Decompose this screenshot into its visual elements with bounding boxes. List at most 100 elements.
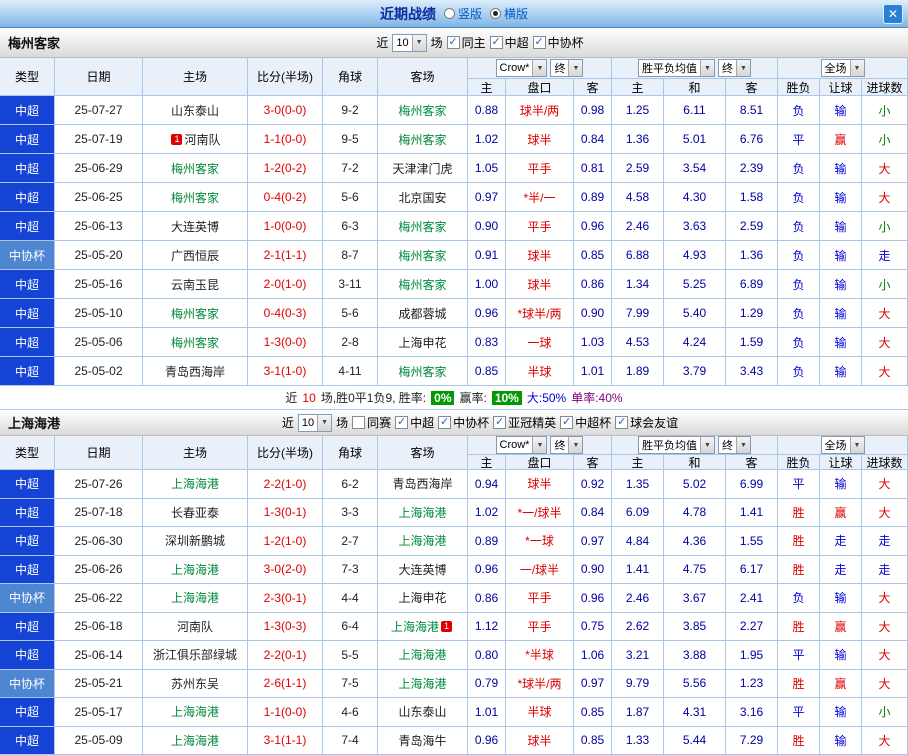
filter-checkbox-item[interactable]: ✓ 中超 — [489, 34, 529, 51]
cell-corner: 5-6 — [323, 299, 378, 328]
team-name: 梅州客家 — [170, 306, 219, 321]
table-row: 中超 25-06-14 浙江俱乐部绿城 2-2(0-1) 5-5 上海海港 0.80 *半球 1… — [0, 641, 908, 670]
cell-league: 中超 — [0, 555, 55, 584]
cell-avg-home: 2.46 — [612, 212, 664, 241]
checkbox-checked-icon[interactable]: ✓ — [438, 416, 452, 429]
team-name: 上海海港 — [398, 505, 447, 520]
cell-league: 中超 — [0, 470, 55, 499]
layout-radio-horizontal[interactable]: 横版 — [490, 5, 528, 22]
cell-home-team: 梅州客家 — [143, 299, 248, 328]
checkbox-checked-icon[interactable]: ✓ — [615, 416, 629, 429]
cell-handicap-result: 走 — [820, 555, 862, 584]
cell-date: 25-05-06 — [55, 328, 143, 357]
radio-unselected-icon[interactable] — [443, 8, 455, 19]
cell-result: 负 — [778, 328, 820, 357]
checkbox-checked-icon[interactable]: ✓ — [395, 416, 409, 429]
cell-odds-home: 0.88 — [468, 96, 506, 125]
scope-select[interactable]: 全场 ▼ — [820, 59, 865, 77]
filter-checkbox-item[interactable]: ✓ 中超 — [395, 414, 434, 431]
filter-checkbox-item[interactable]: ✓ 球会友谊 — [615, 414, 678, 431]
cell-corner: 5-6 — [323, 183, 378, 212]
cell-league: 中超 — [0, 183, 55, 212]
chevron-down-icon: ▼ — [700, 60, 714, 76]
cell-avg-away: 6.99 — [726, 470, 778, 499]
odds-final-select[interactable]: 终 ▼ — [550, 436, 584, 454]
filter-checkbox-item[interactable]: 同赛 — [352, 414, 391, 431]
cell-avg-draw: 4.78 — [664, 498, 726, 527]
chevron-down-icon: ▼ — [736, 60, 750, 76]
cell-handicap-result: 走 — [820, 527, 862, 556]
cell-avg-away: 1.23 — [726, 669, 778, 698]
close-button[interactable]: ✕ — [883, 4, 903, 24]
cell-odds-away: 0.85 — [574, 241, 612, 270]
filter-checkbox-item[interactable]: ✓ 中协杯 — [532, 34, 584, 51]
cell-handicap: 一/球半 — [506, 555, 574, 584]
col-corner: 角球 — [323, 58, 378, 96]
cell-odds-away: 1.06 — [574, 641, 612, 670]
filter-checkbox-item[interactable]: ✓ 同主 — [446, 34, 486, 51]
checkbox-checked-icon[interactable]: ✓ — [560, 416, 574, 429]
col-goals: 进球数 — [862, 79, 908, 96]
cell-league: 中超 — [0, 154, 55, 183]
filter-checkbox-item[interactable]: ✓ 中协杯 — [438, 414, 489, 431]
odds-final-select[interactable]: 终 ▼ — [550, 59, 584, 77]
cell-score: 1-0(0-0) — [248, 212, 323, 241]
cell-odds-away: 1.03 — [574, 328, 612, 357]
checkbox-checked-icon[interactable]: ✓ — [489, 36, 503, 49]
avg-final-select[interactable]: 终 ▼ — [718, 59, 751, 77]
filter-checkbox-item[interactable]: ✓ 亚冠精英 — [493, 414, 556, 431]
radio-horizontal-label: 横版 — [504, 7, 529, 21]
cell-corner: 6-3 — [323, 212, 378, 241]
team-name: 成都蓉城 — [398, 306, 447, 321]
cell-corner: 7-2 — [323, 154, 378, 183]
scope-select[interactable]: 全场 ▼ — [820, 436, 865, 454]
col-corner: 角球 — [323, 436, 378, 470]
cell-result: 平 — [778, 641, 820, 670]
cell-league: 中超 — [0, 641, 55, 670]
summary-row: 近 10 场,胜0平1负9, 胜率: 0% 赢率: 10% 大:50% 单率:40% — [0, 386, 908, 410]
filter-checkbox-item[interactable]: ✓ 中超杯 — [560, 414, 611, 431]
chevron-down-icon: ▼ — [532, 60, 547, 76]
red-card-icon: 1 — [171, 133, 183, 145]
cell-away-team: 梅州客家 — [378, 125, 468, 154]
cell-away-team: 上海海港 1 — [378, 612, 468, 641]
cell-avg-home: 4.53 — [612, 328, 664, 357]
checkbox-checked-icon[interactable]: ✓ — [446, 36, 460, 49]
cell-date: 25-06-22 — [55, 584, 143, 613]
table-row: 中超 25-05-17 上海海港 1-1(0-0) 4-6 山东泰山 1.01 半球 0.85 1… — [0, 698, 908, 727]
avg-source-select[interactable]: 胜平负均值 ▼ — [638, 59, 715, 77]
cell-result: 负 — [778, 212, 820, 241]
cell-avg-draw: 5.02 — [664, 470, 726, 499]
col-avg-away: 客 — [726, 455, 778, 470]
cell-home-team: 深圳新鹏城 — [143, 527, 248, 556]
team-name: 上海海港 — [398, 534, 447, 549]
cell-score: 1-3(0-0) — [248, 328, 323, 357]
cell-away-team: 上海申花 — [378, 328, 468, 357]
match-count-select[interactable]: 10 ▼ — [297, 413, 333, 432]
cell-home-team: 上海海港 — [143, 726, 248, 755]
cell-corner: 2-8 — [323, 328, 378, 357]
team-name: 山东泰山 — [398, 705, 447, 720]
match-count-select[interactable]: 10 ▼ — [392, 33, 427, 52]
checkbox-unchecked-icon[interactable] — [352, 416, 366, 429]
cell-odds-home: 0.96 — [468, 726, 506, 755]
table-header: 类型 日期 主场 比分(半场) 角球 客场 Crow* ▼ 终 ▼ 胜平负均值 ▼ 终… — [0, 436, 908, 470]
cell-goals: 大 — [862, 669, 908, 698]
cell-odds-home: 1.02 — [468, 125, 506, 154]
cell-score: 3-1(1-1) — [248, 726, 323, 755]
odds-source-select[interactable]: Crow* ▼ — [495, 436, 548, 454]
cell-handicap: 球半 — [506, 241, 574, 270]
cell-date: 25-05-17 — [55, 698, 143, 727]
cell-odds-home: 0.90 — [468, 212, 506, 241]
layout-radio-vertical[interactable]: 竖版 — [443, 5, 482, 22]
table-row: 中超 25-06-29 梅州客家 1-2(0-2) 7-2 天津津门虎 1.05 平手 0.81… — [0, 154, 908, 183]
checkbox-checked-icon[interactable]: ✓ — [493, 416, 507, 429]
checkbox-checked-icon[interactable]: ✓ — [532, 36, 546, 49]
odds-source-select[interactable]: Crow* ▼ — [495, 59, 548, 77]
cell-odds-home: 0.79 — [468, 669, 506, 698]
avg-source-select[interactable]: 胜平负均值 ▼ — [638, 436, 715, 454]
radio-selected-icon[interactable] — [490, 8, 501, 19]
cell-avg-home: 1.35 — [612, 470, 664, 499]
cell-goals: 大 — [862, 470, 908, 499]
avg-final-select[interactable]: 终 ▼ — [718, 436, 751, 454]
